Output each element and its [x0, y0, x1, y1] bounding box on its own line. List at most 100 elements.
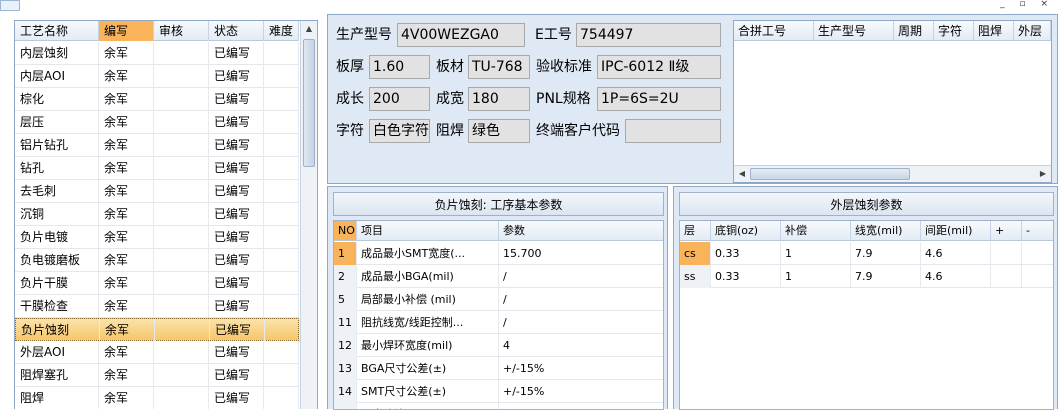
scrollbar-thumb[interactable]	[303, 39, 315, 167]
process-cell-name: 棕化	[15, 88, 99, 111]
process-cell-reviewer	[154, 180, 209, 203]
process-row[interactable]: 沉铜 余军 已编写	[15, 203, 299, 226]
process-cell-status: 已编写	[210, 319, 265, 342]
out-col-comp[interactable]: 补偿	[781, 221, 851, 241]
merge-col-job[interactable]: 合拼工号	[734, 21, 814, 41]
process-row[interactable]: 层压 余军 已编写	[15, 111, 299, 134]
app-menu-box[interactable]	[0, 0, 20, 11]
process-cell-difficulty	[264, 341, 299, 364]
merge-col-legend[interactable]: 字符	[934, 21, 974, 41]
neg-etch-row[interactable]: 13 BGA尺寸公差(±) +/-15%	[334, 357, 663, 380]
process-cell-difficulty	[264, 42, 299, 65]
neg-etch-row[interactable]: 11 阻抗线宽/线距控制... /	[334, 311, 663, 334]
col-difficulty[interactable]: 难度	[264, 21, 299, 41]
neg-col-value[interactable]: 参数	[499, 221, 663, 241]
process-cell-writer: 余军	[99, 65, 154, 88]
process-row[interactable]: 棕化 余军 已编写	[15, 88, 299, 111]
process-list-scrollbar[interactable]: ▲	[300, 21, 317, 409]
col-status[interactable]: 状态	[209, 21, 264, 41]
outer-etch-panel: 外层蚀刻参数 层 底铜(oz) 补偿 线宽(mil) 间距(mil) + - c…	[673, 186, 1058, 410]
neg-etch-row[interactable]: 1 成品最小SMT宽度(... 15.700	[334, 242, 663, 265]
process-row[interactable]: 阻焊 余军 已编写	[15, 387, 299, 409]
material-field[interactable]: TU-768	[468, 55, 530, 79]
col-writer[interactable]: 编写	[99, 21, 154, 41]
process-row[interactable]: 负片电镀 余军 已编写	[15, 226, 299, 249]
thickness-field[interactable]: 1.60	[369, 55, 430, 79]
standard-field[interactable]: IPC-6012 Ⅱ级	[597, 55, 721, 79]
process-row[interactable]: 铝片钻孔 余军 已编写	[15, 134, 299, 157]
title-strip: _ ▫ ×	[0, 0, 1058, 13]
window-controls[interactable]: _ ▫ ×	[1000, 0, 1054, 11]
neg-col-item[interactable]: 项目	[357, 221, 499, 241]
outer-etch-title: 外层蚀刻参数	[679, 192, 1054, 216]
out-cell-minus	[1022, 265, 1053, 288]
process-cell-difficulty	[264, 295, 299, 318]
neg-cell-no: 11	[334, 311, 357, 334]
solder-mask-field[interactable]: 绿色	[468, 119, 530, 143]
col-process-name[interactable]: 工艺名称	[15, 21, 99, 41]
hscrollbar-thumb[interactable]	[750, 168, 910, 180]
neg-cell-item: SMT尺寸公差(±)	[357, 380, 499, 403]
process-row[interactable]: 钻孔 余军 已编写	[15, 157, 299, 180]
process-cell-name: 外层AOI	[15, 341, 99, 364]
scroll-up-icon[interactable]: ▲	[303, 23, 315, 35]
outer-etch-row[interactable]: cs 0.33 1 7.9 4.6	[680, 242, 1053, 265]
process-cell-status: 已编写	[209, 88, 264, 111]
width-field[interactable]: 180	[468, 87, 530, 111]
process-row[interactable]: 负片蚀刻 余军 已编写	[15, 318, 300, 342]
process-cell-status: 已编写	[209, 249, 264, 272]
process-row[interactable]: 负电镀磨板 余军 已编写	[15, 249, 299, 272]
out-col-layer[interactable]: 层	[680, 221, 711, 241]
neg-etch-row[interactable]: 14 SMT尺寸公差(±) +/-15%	[334, 380, 663, 403]
out-col-plus[interactable]: +	[991, 221, 1022, 241]
product-model-label: 生产型号	[336, 27, 392, 43]
process-cell-writer: 余军	[99, 157, 154, 180]
length-field[interactable]: 200	[369, 87, 430, 111]
process-row[interactable]: 去毛刺 余军 已编写	[15, 180, 299, 203]
merge-col-mask[interactable]: 阻焊	[974, 21, 1014, 41]
material-label: 板材	[436, 59, 464, 75]
neg-col-no[interactable]: NO	[334, 221, 357, 241]
process-cell-difficulty	[264, 272, 299, 295]
negative-etch-title: 负片蚀刻: 工序基本参数	[333, 192, 664, 216]
product-model-field[interactable]: 4V00WEZGA0	[397, 23, 525, 47]
merge-grid-hscrollbar[interactable]: ◀ ▶	[734, 165, 1051, 182]
neg-cell-item: 局部最小补偿 (mil)	[357, 288, 499, 311]
neg-etch-row[interactable]: 12 最小焊环宽度(mil) 4	[334, 334, 663, 357]
process-row[interactable]: 外层AOI 余军 已编写	[15, 341, 299, 364]
process-row[interactable]: 干膜检查 余军 已编写	[15, 295, 299, 318]
process-cell-status: 已编写	[209, 134, 264, 157]
out-col-spacing[interactable]: 间距(mil)	[921, 221, 991, 241]
neg-etch-row[interactable]: 2 成品最小BGA(mil) /	[334, 265, 663, 288]
outer-etch-row[interactable]: ss 0.33 1 7.9 4.6	[680, 265, 1053, 288]
scroll-left-icon[interactable]: ◀	[736, 168, 748, 180]
process-row[interactable]: 内层AOI 余军 已编写	[15, 65, 299, 88]
process-cell-name: 内层蚀刻	[15, 42, 99, 65]
process-cell-writer: 余军	[99, 42, 154, 65]
pnl-field[interactable]: 1P=6S=2U	[597, 87, 721, 111]
scroll-right-icon[interactable]: ▶	[1037, 168, 1049, 180]
out-col-base-copper[interactable]: 底铜(oz)	[711, 221, 781, 241]
process-cell-writer: 余军	[99, 203, 154, 226]
process-row[interactable]: 阻焊塞孔 余军 已编写	[15, 364, 299, 387]
out-col-line-width[interactable]: 线宽(mil)	[851, 221, 921, 241]
merge-col-period[interactable]: 周期	[894, 21, 934, 41]
end-customer-field[interactable]	[625, 119, 721, 143]
process-cell-reviewer	[154, 387, 209, 409]
merge-col-outer[interactable]: 外层	[1014, 21, 1051, 41]
out-cell-minus	[1022, 242, 1053, 265]
e-work-no-field[interactable]: 754497	[576, 23, 721, 47]
out-cell-comp: 1	[781, 265, 851, 288]
legend-field[interactable]: 白色字符	[369, 119, 430, 143]
col-reviewer[interactable]: 审核	[154, 21, 209, 41]
out-col-minus[interactable]: -	[1022, 221, 1053, 241]
process-row[interactable]: 负片干膜 余军 已编写	[15, 272, 299, 295]
process-row[interactable]: 内层蚀刻 余军 已编写	[15, 42, 299, 65]
width-label: 成宽	[436, 91, 464, 107]
neg-cell-no: 1	[334, 242, 357, 265]
process-cell-name: 负电镀磨板	[15, 249, 99, 272]
process-cell-reviewer	[154, 65, 209, 88]
process-cell-name: 负片干膜	[15, 272, 99, 295]
neg-etch-row[interactable]: 5 局部最小补偿 (mil) /	[334, 288, 663, 311]
merge-col-model[interactable]: 生产型号	[814, 21, 894, 41]
